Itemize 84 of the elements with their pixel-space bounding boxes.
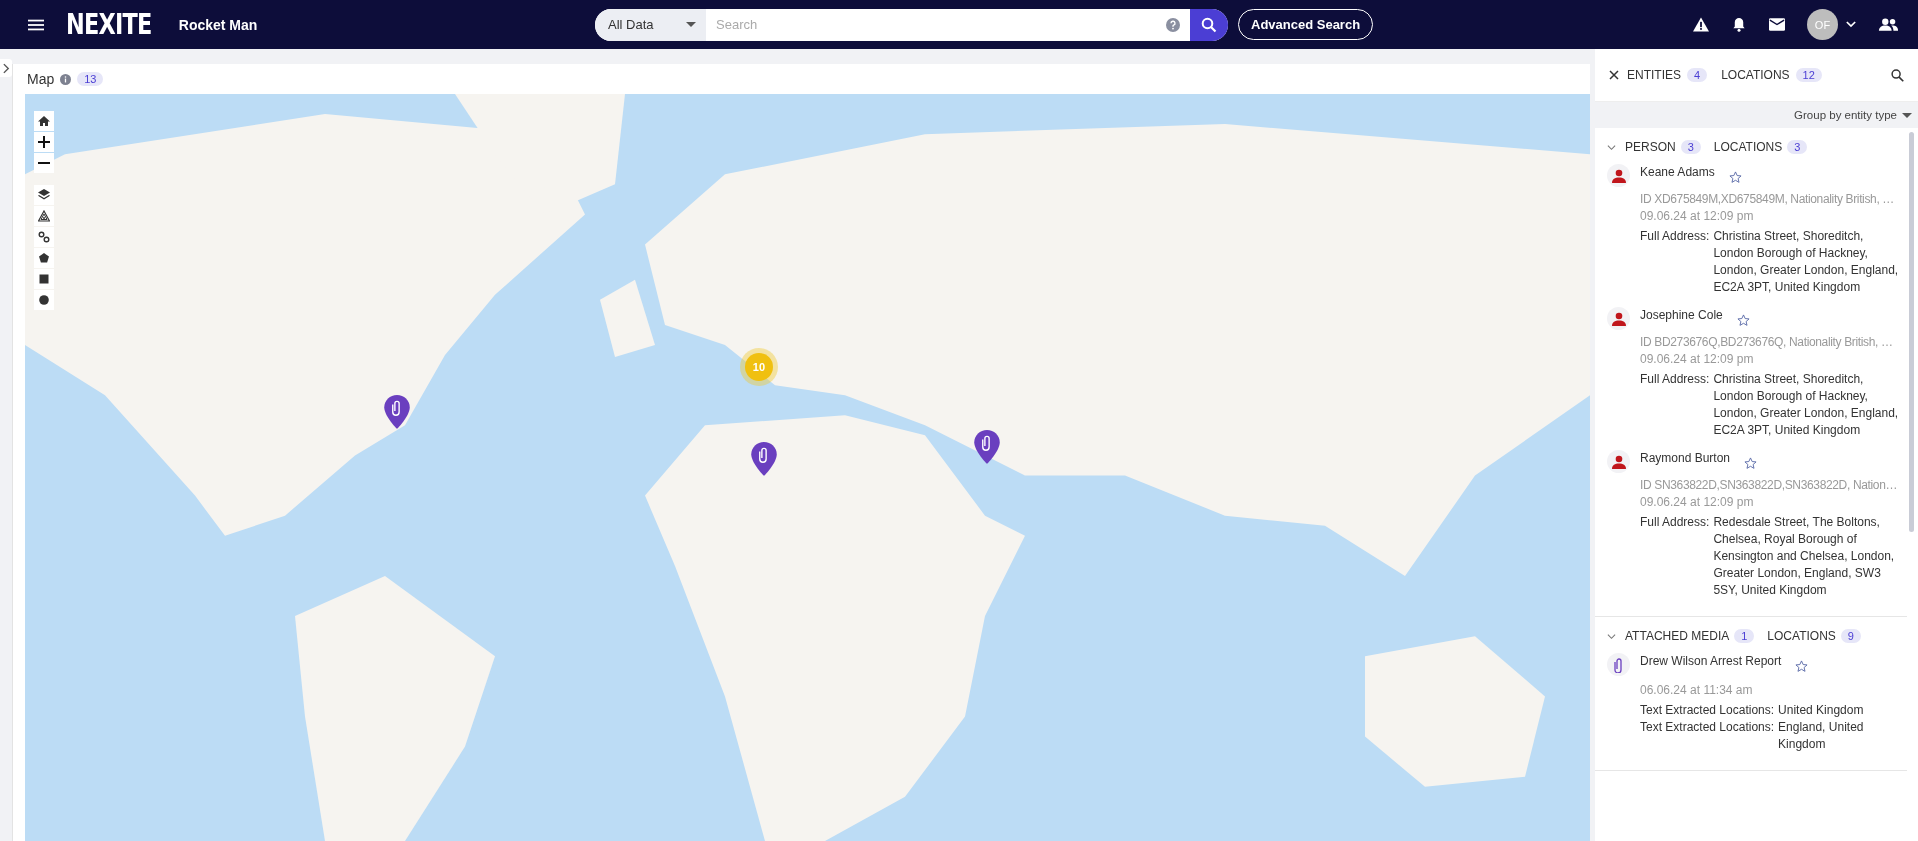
paperclip-icon [1613, 656, 1624, 673]
close-icon[interactable] [1609, 70, 1619, 80]
entity-date: 09.06.24 at 12:09 pm [1640, 351, 1755, 368]
group-title: ATTACHED MEDIA [1625, 629, 1730, 643]
scrollbar[interactable] [1909, 132, 1914, 532]
people-icon[interactable] [1878, 17, 1898, 32]
locations-label: LOCATIONS [1767, 629, 1836, 643]
star-icon[interactable] [1736, 314, 1750, 327]
pentagon-icon [38, 252, 50, 264]
count-badge: 3 [1787, 140, 1808, 154]
star-icon[interactable] [1744, 457, 1758, 470]
person-icon [1611, 454, 1626, 469]
count-badge: 13 [77, 72, 104, 86]
entity-date: 09.06.24 at 12:09 pm [1640, 208, 1755, 225]
entity-name[interactable]: Keane Adams [1640, 164, 1715, 181]
mail-icon[interactable] [1769, 17, 1785, 32]
entity-details: ID BD273676Q,BD273676Q, Nationality British, … [1640, 334, 1894, 351]
group-by-dropdown[interactable]: Group by entity type [1794, 109, 1912, 121]
field-value: Christina Street, Shoreditch, London Borough of Hackney, London, Greater London, England, EC2A 3PT, United Kingdom [1713, 371, 1900, 439]
map-pin-icon[interactable] [384, 394, 411, 429]
field-label: Text Extracted Locations: [1640, 702, 1775, 719]
entity-name[interactable]: Drew Wilson Arrest Report [1640, 653, 1782, 670]
expand-sidebar-button[interactable] [0, 59, 12, 77]
star-icon[interactable] [1795, 660, 1809, 673]
map-title: Map [27, 71, 55, 87]
polygon-button[interactable] [34, 248, 54, 268]
help-icon[interactable] [1166, 17, 1180, 32]
search-bar[interactable]: All Data Search [595, 8, 1228, 41]
circle-icon [38, 294, 50, 306]
logo[interactable]: NEXITE [66, 8, 152, 41]
count-badge: 12 [1795, 68, 1822, 82]
circle-button[interactable] [34, 290, 54, 310]
menu-icon[interactable] [28, 18, 44, 31]
group-title: PERSON [1625, 140, 1676, 154]
entity-name[interactable]: Josephine Cole [1640, 307, 1723, 324]
field-label: Full Address: [1640, 228, 1710, 245]
heatmap-button[interactable] [34, 206, 54, 226]
triangle-icon [38, 210, 50, 222]
info-icon[interactable] [60, 73, 72, 85]
field-label: Full Address: [1640, 514, 1710, 531]
count-badge: 4 [1687, 68, 1708, 82]
warning-icon[interactable] [1693, 17, 1709, 32]
field-label: Text Extracted Locations: [1640, 719, 1775, 736]
search-button[interactable] [1190, 8, 1228, 41]
section-label: ENTITIES [1627, 68, 1681, 82]
home-button[interactable] [34, 111, 54, 131]
section-label: LOCATIONS [1721, 68, 1790, 82]
square-icon [38, 273, 50, 285]
chevron-down-icon[interactable] [1846, 21, 1856, 28]
app-title: Rocket Man [178, 16, 258, 33]
caret-icon [1902, 112, 1912, 118]
plus-icon [38, 136, 50, 148]
entity-details: ID XD675849M,XD675849M, Nationality British, … [1640, 191, 1896, 208]
entity-details: ID SN363822D,SN363822D,SN363822D, Nation… [1640, 477, 1899, 494]
search-icon[interactable] [1891, 68, 1904, 82]
count-badge: 3 [1680, 140, 1701, 154]
person-icon [1611, 168, 1626, 183]
cluster-button[interactable] [34, 227, 54, 247]
field-value: Christina Street, Shoreditch, London Borough of Hackney, London, Greater London, England, EC2A 3PT, United Kingdom [1713, 228, 1900, 296]
layers-button[interactable] [34, 185, 54, 205]
entity-name[interactable]: Raymond Burton [1640, 450, 1731, 467]
entity-date: 06.06.24 at 11:34 am [1640, 682, 1754, 699]
entity-date: 09.06.24 at 12:09 pm [1640, 494, 1755, 511]
bell-icon[interactable] [1731, 17, 1747, 32]
home-icon [38, 115, 50, 127]
caret-icon [686, 22, 696, 27]
count-badge: 1 [1734, 629, 1755, 643]
star-icon[interactable] [1728, 171, 1742, 184]
field-label: Full Address: [1640, 371, 1710, 388]
search-icon [1201, 16, 1217, 33]
field-value: Redesdale Street, The Boltons, Chelsea, Royal Borough of Kensington and Chelsea, London, Greater London, England, SW3 5SY, United Kingdom [1713, 514, 1896, 599]
field-value: United Kingdom [1778, 702, 1865, 719]
zoom-out-button[interactable] [34, 153, 54, 173]
map-pin-icon[interactable] [974, 429, 1001, 464]
map-pin-icon[interactable] [750, 442, 777, 477]
rectangle-button[interactable] [34, 269, 54, 289]
count-badge: 9 [1840, 629, 1861, 643]
person-icon [1611, 311, 1626, 326]
circles-icon [38, 231, 50, 243]
scope-dropdown[interactable]: All Data [595, 8, 706, 41]
layers-icon [38, 189, 50, 201]
locations-label: LOCATIONS [1713, 140, 1783, 154]
zoom-in-button[interactable] [34, 132, 54, 152]
field-value: England, United Kingdom [1778, 719, 1865, 753]
